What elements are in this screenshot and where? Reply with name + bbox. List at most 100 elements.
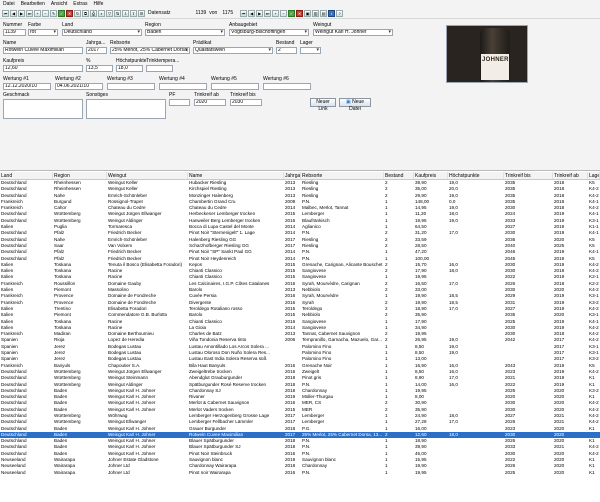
wertung3-field[interactable] <box>107 83 155 90</box>
report-icon[interactable]: ▤ <box>320 9 328 17</box>
table-cell: Johner Ltd <box>108 469 130 475</box>
nav-next-icon[interactable]: ▶ <box>256 9 264 17</box>
record-von: von <box>209 10 218 16</box>
info-icon[interactable]: i <box>328 9 336 17</box>
name-field[interactable]: Rotwein Cuvee Maximilian <box>3 47 83 54</box>
sort-icon[interactable]: ⇅ <box>114 9 121 17</box>
column-header[interactable]: Land <box>0 172 53 179</box>
wertung5-label: Wertung #5 <box>211 76 237 82</box>
record-form: Nummer 1139 Farbe rot Land Deutschland R… <box>0 19 600 171</box>
rebsorte-select[interactable]: 25% Merlot, 25% Cabernet Dorsa, 13% <box>110 47 190 54</box>
wertung1-field[interactable]: 12.12.2020/10 <box>3 83 51 90</box>
trinkreif-ab-label: Trinkreif ab <box>194 92 219 98</box>
delete-record-icon[interactable]: − <box>42 9 49 17</box>
jahrgang-label: Jahrga... <box>86 40 106 46</box>
menu-datei[interactable]: Datei <box>0 1 18 7</box>
database-icon[interactable]: ☰ <box>138 9 145 17</box>
region-select[interactable]: Baden <box>145 29 225 36</box>
jahrgang-field[interactable]: 2017 <box>86 47 107 54</box>
first-record-icon[interactable]: ⏮ <box>2 9 9 17</box>
anbaugebiet-select[interactable]: Vögtsburg-Bischoffingen <box>229 29 309 36</box>
import-icon[interactable]: ⇩ <box>122 9 129 17</box>
nav-add-icon[interactable]: + <box>272 9 280 17</box>
column-header[interactable]: Trinkreif ab <box>553 172 588 179</box>
last-record-icon[interactable]: ⏭ <box>26 9 33 17</box>
bestand-label: Bestand <box>276 40 295 46</box>
wertung4-field[interactable] <box>159 83 207 90</box>
table-cell: Neuseeland <box>1 469 26 475</box>
table-cell: Pinot noir Wairarapa <box>189 469 231 475</box>
bottle-label-text: JOHNER <box>482 57 509 63</box>
land-label: Land <box>62 22 74 28</box>
menu-bar: Datei Bearbeiten Ansicht Extras Hilfe <box>0 0 600 8</box>
column-header[interactable]: Lager <box>588 172 600 179</box>
column-header[interactable]: Höchstpunkte <box>448 172 504 179</box>
column-header[interactable]: Region <box>53 172 107 179</box>
farbe-select[interactable]: rot <box>28 29 58 36</box>
copy-icon[interactable]: ⧉ <box>82 9 89 17</box>
geschmack-field[interactable] <box>3 99 83 119</box>
lager-select[interactable] <box>300 47 321 54</box>
table-row[interactable]: Neuseeland Wairarapa Johner Ltd Pinot noir … <box>0 470 600 476</box>
sonstiges-field[interactable] <box>86 99 166 119</box>
column-header[interactable]: Weingut <box>107 172 188 179</box>
column-header[interactable]: Rebsorte <box>301 172 384 179</box>
export-icon[interactable]: ⇧ <box>130 9 137 17</box>
nav-confirm-icon[interactable]: ✓ <box>288 9 296 17</box>
trinkreif-ab-field[interactable]: 2020 <box>194 99 226 106</box>
cancel-icon[interactable]: ✕ <box>66 9 73 17</box>
trinktemperatur-field[interactable] <box>146 65 173 72</box>
pf-label: PF <box>169 92 176 98</box>
wertung5-field[interactable] <box>211 83 259 90</box>
wertung4-label: Wertung #4 <box>159 76 185 82</box>
prev-record-icon[interactable]: ◀ <box>10 9 17 17</box>
print-icon[interactable]: ⎙ <box>90 9 97 17</box>
table-cell: 2025 <box>505 469 516 475</box>
hoechstpunkte-field[interactable]: 18,0 <box>116 65 143 72</box>
refresh-icon[interactable]: ↻ <box>74 9 81 17</box>
weingut-select[interactable]: Weingut Karl H. Johner <box>313 29 393 36</box>
wertung6-field[interactable] <box>263 83 311 90</box>
nav-first-icon[interactable]: ⏮ <box>240 9 248 17</box>
praedikat-select[interactable]: Qualitätswein <box>193 47 273 54</box>
wertung2-field[interactable]: 04.06.2021/10 <box>55 83 103 90</box>
neuer-link-button[interactable]: Neuer Link <box>310 98 336 112</box>
nav-remove-icon[interactable]: − <box>280 9 288 17</box>
filter-icon[interactable]: ▽ <box>106 9 113 17</box>
kaufpreis-field[interactable]: 12,60 <box>3 65 83 72</box>
help-icon[interactable]: ? <box>336 9 344 17</box>
column-header[interactable]: Trinkreif bis <box>504 172 553 179</box>
pf-field[interactable] <box>169 99 190 106</box>
column-header[interactable]: Kaufpreis <box>414 172 448 179</box>
toolbar: ⏮ ◀ ▶ ⏭ + − ✎ ✓ ✕ ↻ ⧉ ⎙ ⌕ ▽ ⇅ ⇩ ⇧ ☰ Date… <box>0 8 600 19</box>
next-record-icon[interactable]: ▶ <box>18 9 25 17</box>
trinkreif-bis-field[interactable]: 2030 <box>230 99 262 106</box>
search-icon[interactable]: ⌕ <box>98 9 105 17</box>
edit-record-icon[interactable]: ✎ <box>50 9 57 17</box>
menu-extras[interactable]: Extras <box>70 1 90 7</box>
image-icon[interactable]: ▣ <box>304 9 312 17</box>
neue-datei-button[interactable]: ▣ Neue Datei <box>339 98 371 112</box>
nummer-label: Nummer <box>3 22 23 28</box>
add-record-icon[interactable]: + <box>34 9 41 17</box>
weingut-label: Weingut <box>313 22 332 28</box>
nav-last-icon[interactable]: ⏭ <box>264 9 272 17</box>
name-label: Name <box>3 40 17 46</box>
nav-cancel-icon[interactable]: ✕ <box>296 9 304 17</box>
table-cell: 2016 <box>285 469 296 475</box>
menu-bearbeiten[interactable]: Bearbeiten <box>18 1 48 7</box>
menu-ansicht[interactable]: Ansicht <box>48 1 70 7</box>
prozent-field[interactable]: 13,5 <box>86 65 113 72</box>
chart-icon[interactable]: ▥ <box>312 9 320 17</box>
nummer-field[interactable]: 1139 <box>3 29 26 36</box>
land-select[interactable]: Deutschland <box>62 29 142 36</box>
bestand-field[interactable]: 2 <box>276 47 297 54</box>
save-icon[interactable]: ✓ <box>58 9 65 17</box>
column-header[interactable]: Jahrgang <box>284 172 301 179</box>
nav-prev-icon[interactable]: ◀ <box>248 9 256 17</box>
column-header[interactable]: Bestand <box>384 172 414 179</box>
trinkreif-bis-label: Trinkreif bis <box>230 92 256 98</box>
column-header[interactable]: Name <box>188 172 284 179</box>
praedikat-label: Prädikat <box>193 40 212 46</box>
menu-hilfe[interactable]: Hilfe <box>90 1 106 7</box>
